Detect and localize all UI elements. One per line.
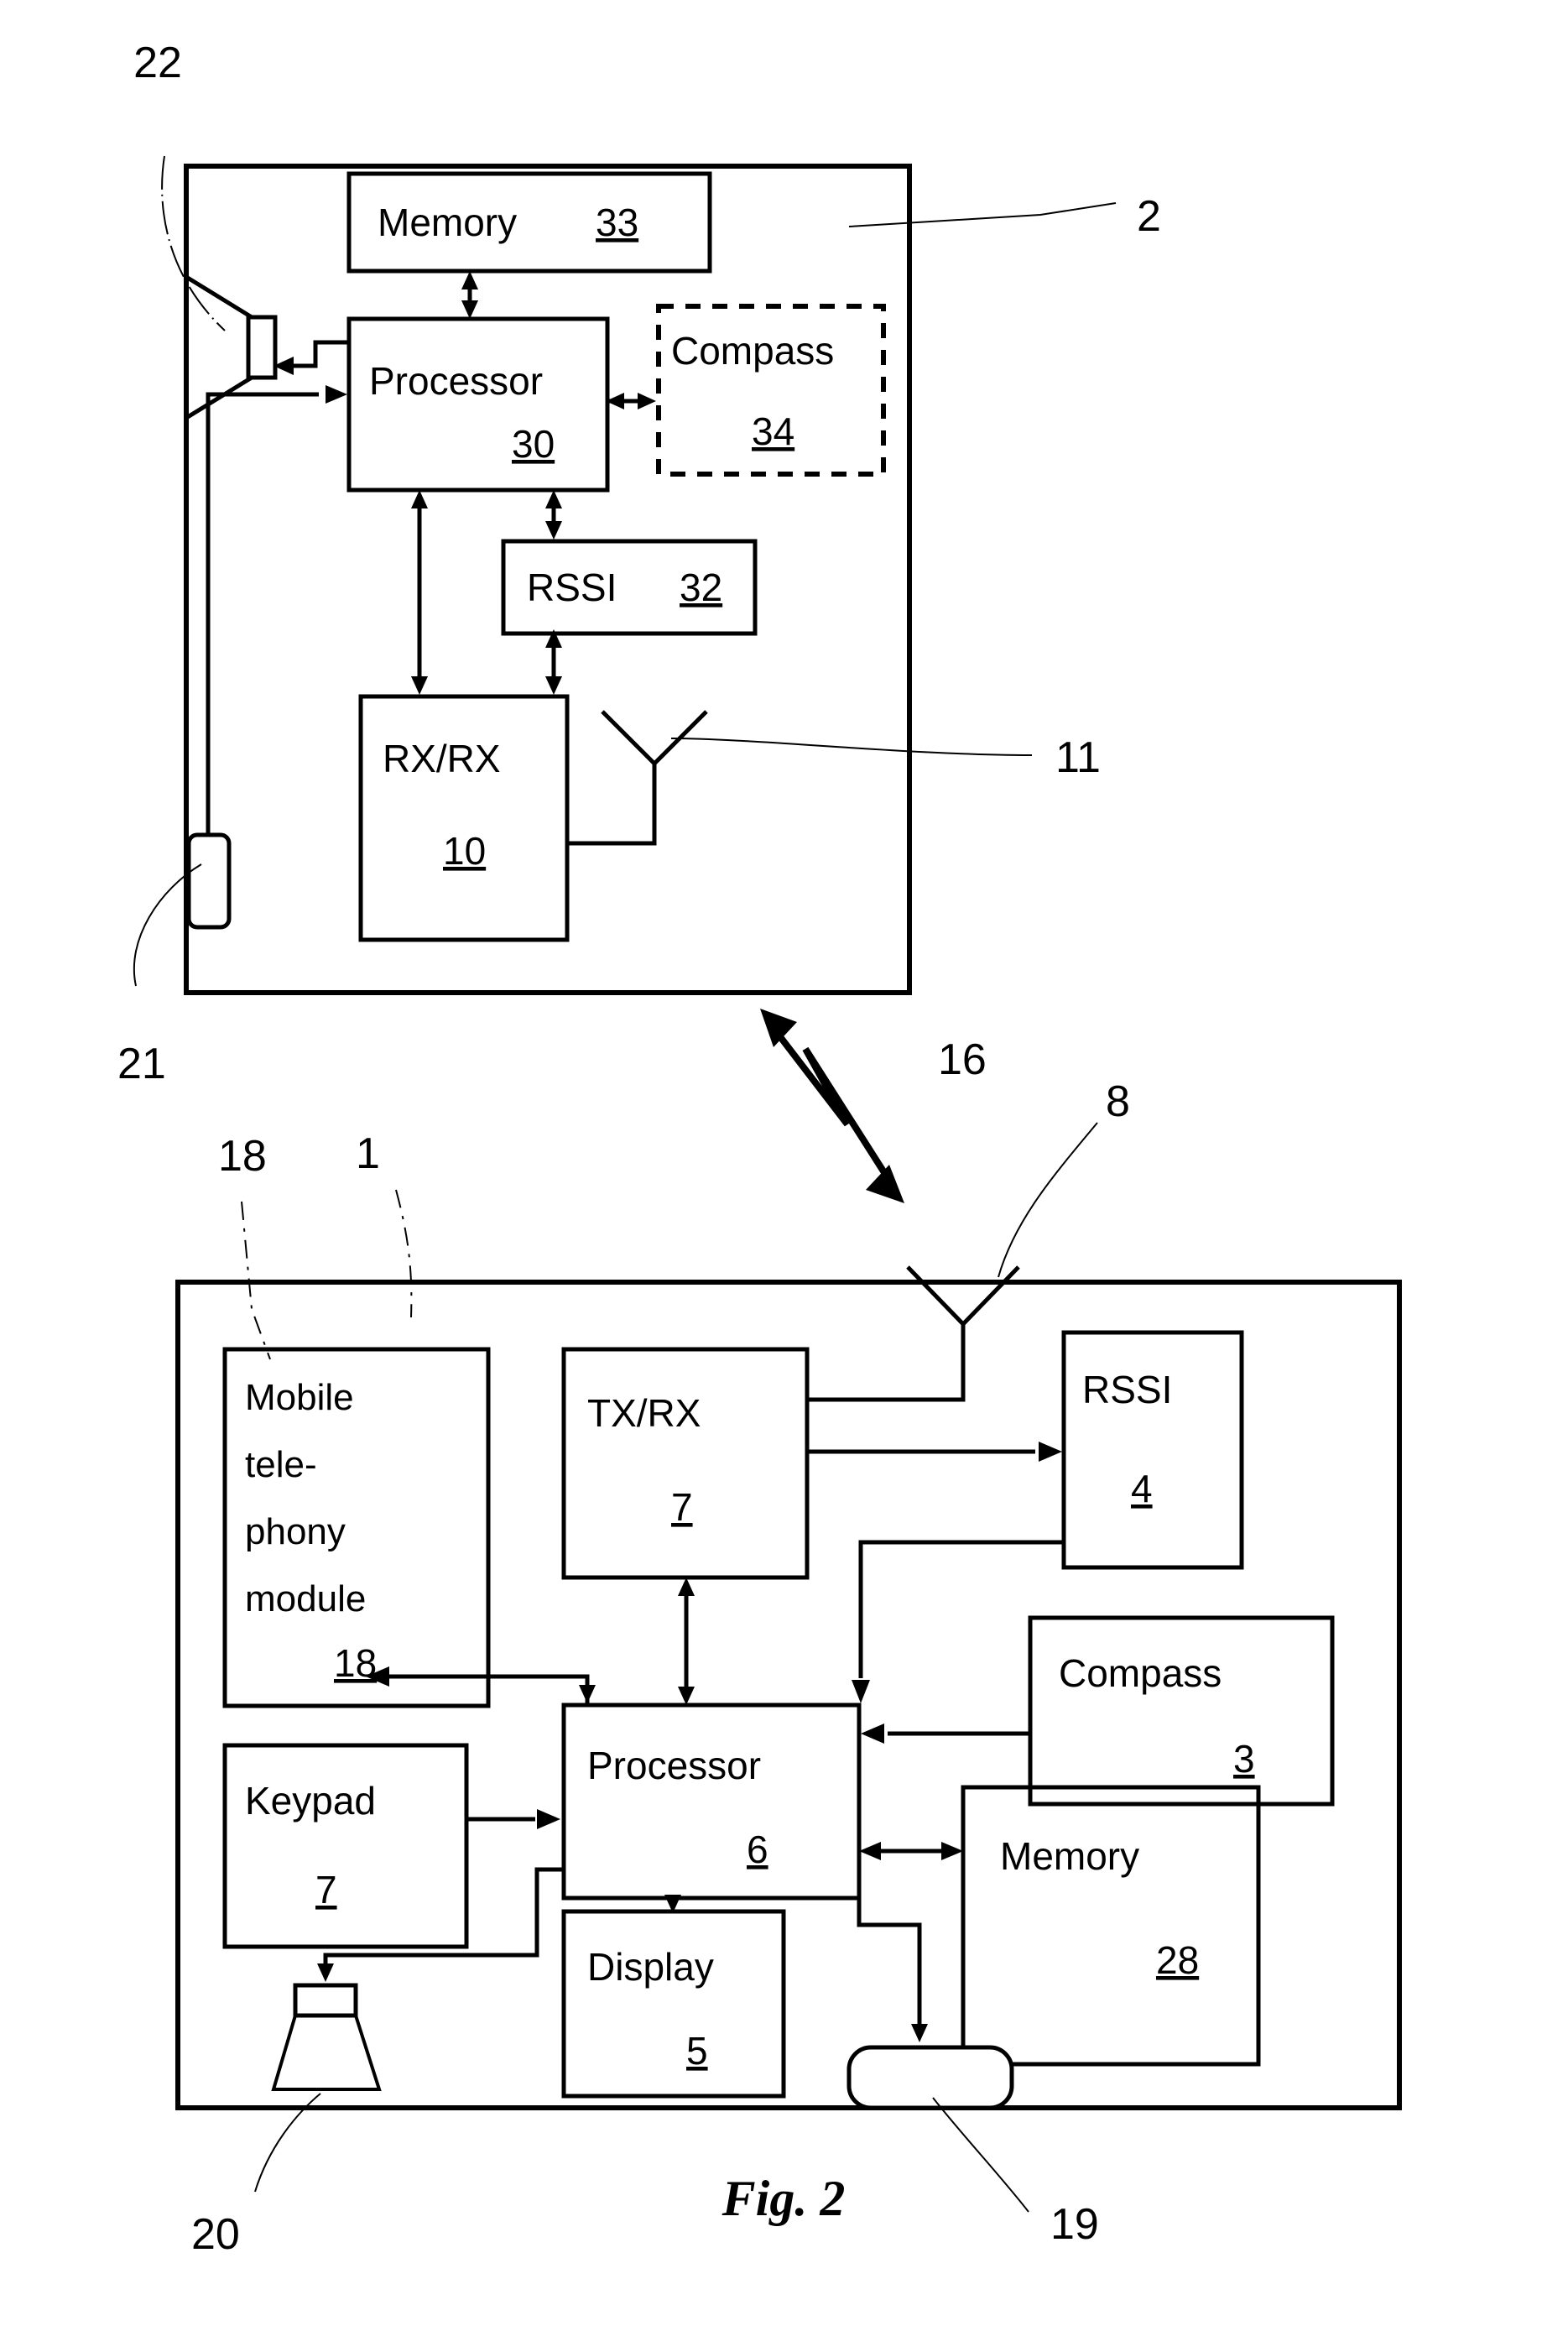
ref-number-16: 16 — [938, 1035, 987, 1084]
leader-22 — [161, 155, 226, 331]
block-mtm-18-line-4: module — [245, 1578, 366, 1619]
conn-processor6-memory28 — [859, 1842, 963, 1860]
block-txrx-7 — [561, 1347, 810, 1580]
conn-memory33-processor30 — [461, 271, 478, 319]
conn-processor30-rxrx10 — [411, 490, 428, 695]
patent-figure-page: 22 2 21 Memory 33 Compass 34 Processor 3… — [0, 0, 1568, 2331]
conn-processor6-mtm18 — [366, 1666, 590, 1705]
block-compass-3 — [1028, 1615, 1335, 1807]
block-processor-30-label: Processor — [369, 359, 543, 403]
leader-19 — [932, 2097, 1029, 2213]
conn-keypad7-processor6 — [466, 1809, 560, 1829]
block-compass-3-number: 3 — [1233, 1737, 1255, 1781]
block-memory-28-number: 28 — [1156, 1938, 1199, 1982]
speaker-icon-device2 — [184, 273, 278, 422]
button-19[interactable] — [847, 2045, 1014, 2110]
ref-number-19: 19 — [1050, 2200, 1099, 2249]
figure-2-diagram: 22 2 21 Memory 33 Compass 34 Processor 3… — [117, 39, 1402, 2259]
block-mtm-18-line-2: tele- — [245, 1444, 317, 1485]
block-processor-6-number: 6 — [747, 1828, 768, 1871]
block-memory-28-label: Memory — [1000, 1834, 1139, 1878]
block-txrx-7-number: 7 — [671, 1485, 693, 1529]
ref-number-8: 8 — [1106, 1077, 1130, 1126]
block-rxrx-10-label: RX/RX — [383, 737, 501, 780]
ref-number-18-leader: 18 — [218, 1132, 267, 1181]
antenna-icon-device1 — [807, 1265, 1020, 1402]
conn-processor30-compass34 — [606, 393, 656, 409]
conn-txrx7-rssi4 — [807, 1442, 1062, 1462]
conn-processor30-rssi32 — [545, 490, 562, 540]
block-compass-3-label: Compass — [1059, 1651, 1222, 1695]
ref-number-2: 2 — [1137, 192, 1161, 241]
conn-rssi32-rxrx10 — [545, 629, 562, 695]
leader-11 — [670, 738, 1033, 756]
ref-number-22: 22 — [133, 39, 182, 87]
conn-processor30-speaker — [273, 340, 349, 375]
conn-txrx7-processor6 — [678, 1577, 695, 1705]
figure-caption: Fig. 2 — [721, 2171, 846, 2226]
block-rssi-4-number: 4 — [1131, 1467, 1153, 1510]
block-memory-33-label: Memory — [378, 201, 517, 244]
conn-processor6-button19 — [857, 1898, 928, 2042]
leader-2 — [848, 202, 1117, 227]
side-button-21[interactable] — [186, 832, 232, 930]
block-processor-30 — [346, 316, 610, 493]
ref-number-1: 1 — [356, 1129, 380, 1178]
block-mtm-18-line-3: phony — [245, 1511, 346, 1552]
conn-processor6-speaker20 — [317, 1867, 564, 1982]
block-txrx-7-label: TX/RX — [587, 1391, 701, 1435]
block-processor-6-label: Processor — [587, 1744, 761, 1787]
ref-number-11: 11 — [1055, 733, 1101, 782]
ref-number-20: 20 — [191, 2210, 240, 2259]
block-compass-34-number: 34 — [752, 409, 794, 453]
block-rssi-32-number: 32 — [680, 566, 722, 609]
conn-compass3-processor6 — [861, 1723, 1030, 1744]
leader-8 — [998, 1122, 1098, 1278]
block-processor-30-number: 30 — [512, 422, 555, 466]
ref-number-21: 21 — [117, 1040, 166, 1088]
block-rxrx-10 — [358, 694, 570, 942]
block-keypad-7-label: Keypad — [245, 1779, 376, 1823]
block-memory-28 — [961, 1785, 1261, 2067]
block-memory-33-number: 33 — [596, 201, 638, 244]
block-display-5-label: Display — [587, 1945, 714, 1989]
device-1-frame — [175, 1280, 1402, 2110]
block-processor-6 — [561, 1703, 862, 1901]
wireless-link-16 — [760, 1009, 904, 1203]
block-rssi-32-label: RSSI — [527, 566, 617, 609]
leader-1 — [395, 1189, 413, 1318]
antenna-icon-device2 — [567, 710, 708, 846]
block-compass-34-label: Compass — [671, 329, 834, 373]
block-keypad-7 — [222, 1743, 469, 1949]
block-display-5-number: 5 — [686, 2029, 708, 2073]
conn-mtm18-processor6 — [488, 1674, 596, 1703]
block-mtm-18-line-1: Mobile — [245, 1377, 354, 1418]
block-display-5 — [561, 1909, 786, 2099]
block-rxrx-10-number: 10 — [443, 829, 486, 873]
conn-button21-processor30 — [206, 385, 347, 835]
block-keypad-7-number: 7 — [315, 1868, 337, 1911]
block-rssi-4-label: RSSI — [1082, 1368, 1172, 1411]
speaker-icon-device1 — [271, 1983, 382, 2091]
